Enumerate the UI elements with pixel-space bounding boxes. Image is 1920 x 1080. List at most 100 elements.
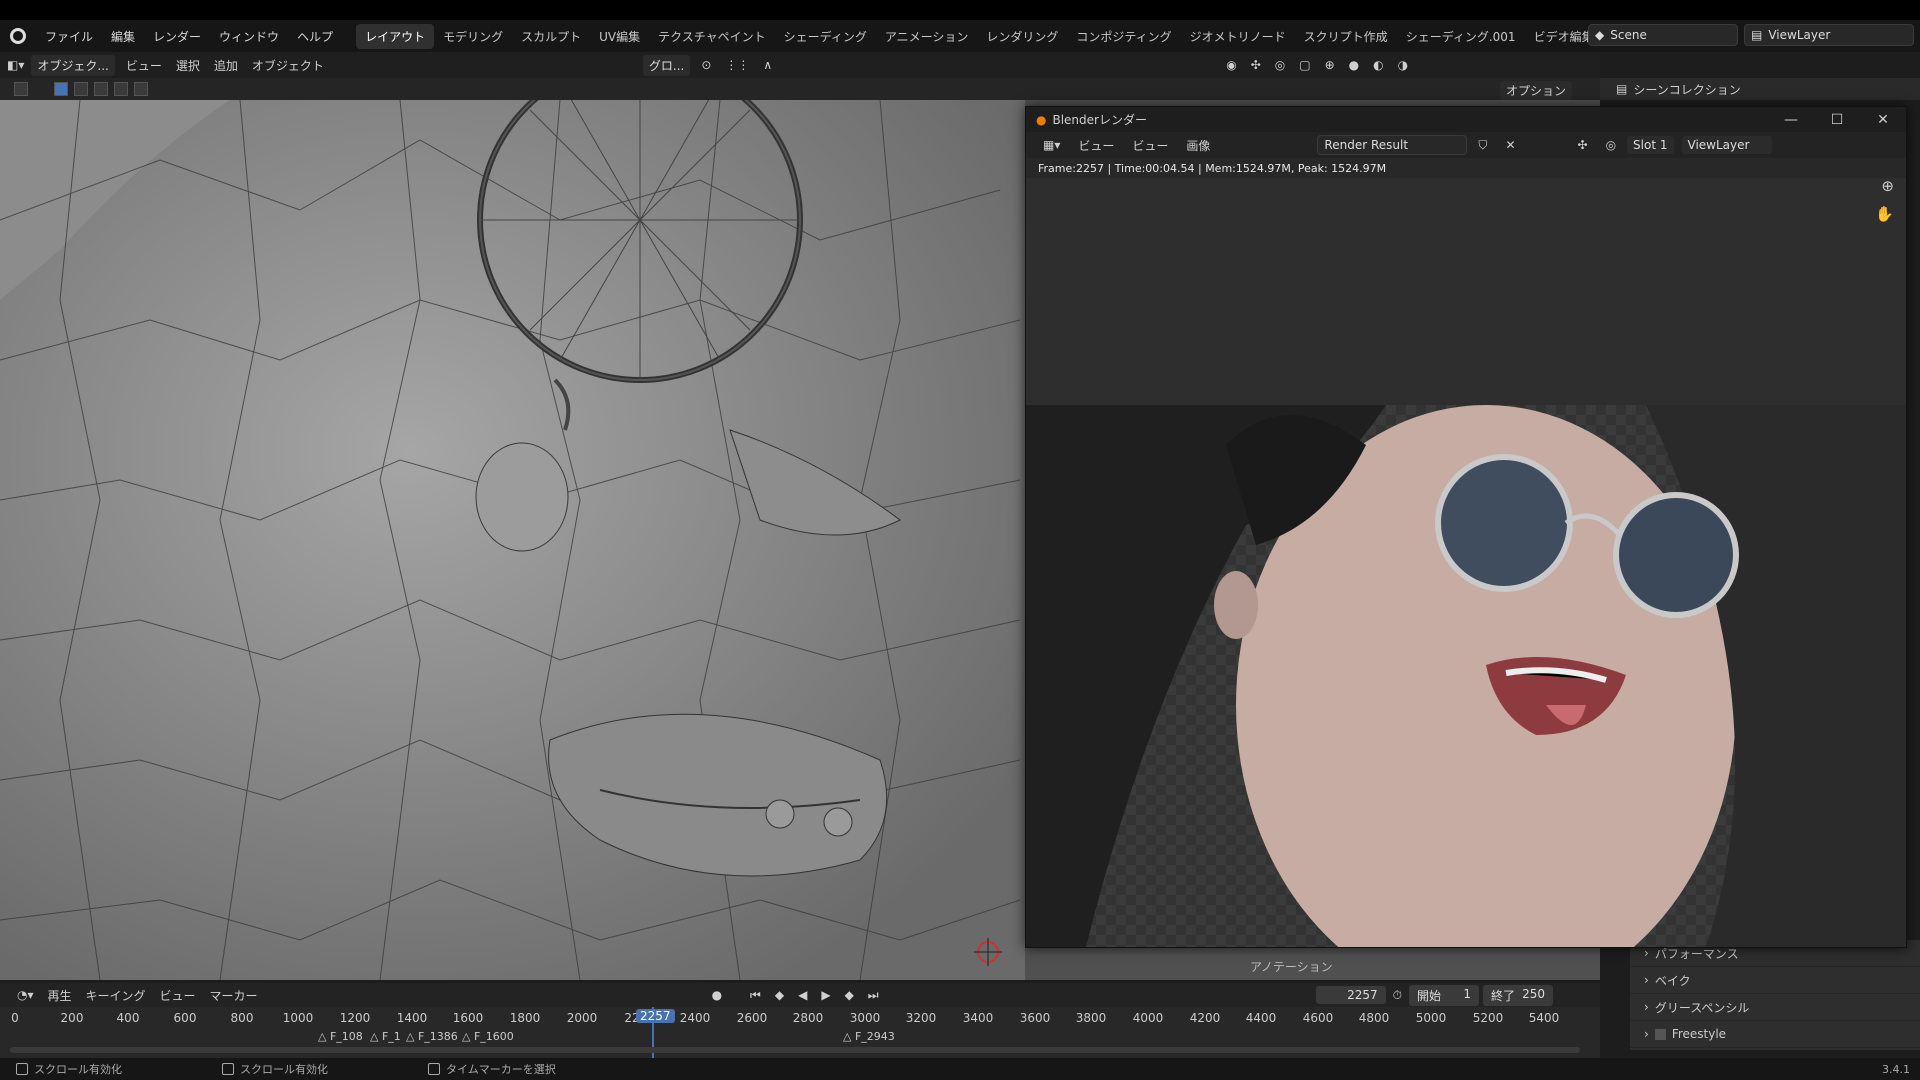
mode-dropdown[interactable]: オブジェク... bbox=[31, 54, 115, 76]
prev-key-icon[interactable]: ◆ bbox=[768, 988, 791, 1002]
tab-uv-editing[interactable]: UV編集 bbox=[590, 24, 649, 49]
timeline-menu-view[interactable]: ビュー bbox=[153, 987, 203, 1004]
shading-render-icon[interactable]: ◑ bbox=[1391, 58, 1415, 72]
select-mode-invert-icon[interactable] bbox=[114, 82, 128, 96]
zoom-icon[interactable]: ⊕ bbox=[1881, 177, 1894, 195]
tab-texture-paint[interactable]: テクスチャペイント bbox=[649, 24, 775, 49]
start-frame-field[interactable]: 開始 1 bbox=[1408, 984, 1479, 1006]
overlay-icon[interactable]: ◎ bbox=[1268, 58, 1292, 72]
maximize-icon[interactable]: ☐ bbox=[1814, 107, 1860, 132]
panel-grease-pencil[interactable]: › グリースペンシル bbox=[1630, 994, 1920, 1021]
timeline-editor-type-icon[interactable]: ◔▾ bbox=[10, 988, 41, 1002]
marker-f1600[interactable]: △ F_1600 bbox=[462, 1030, 514, 1043]
fake-user-icon[interactable]: ⛉ bbox=[1471, 138, 1494, 153]
marker-f1[interactable]: △ F_1 bbox=[370, 1030, 401, 1043]
viewport-header: ◧▾ オブジェク... ビュー 選択 追加 オブジェクト グロ... ⊙ ⋮⋮ … bbox=[0, 52, 1600, 78]
tab-sculpt[interactable]: スカルプト bbox=[512, 24, 590, 49]
timeline-area[interactable]: 0 200 400 600 800 1000 1200 1400 1600 1800 2000 22 2… bbox=[0, 1007, 1600, 1058]
stopwatch-icon[interactable]: ⏱ bbox=[1386, 988, 1409, 1003]
record-icon[interactable]: ● bbox=[705, 988, 729, 1002]
annotation-panel-label[interactable]: アノテーション bbox=[1250, 958, 1333, 975]
menu-render[interactable]: レンダー bbox=[144, 28, 210, 45]
tab-geometry-nodes[interactable]: ジオメトリノード bbox=[1181, 24, 1295, 49]
marker-f108[interactable]: △ F_108 bbox=[318, 1030, 363, 1043]
select-tool-icon[interactable] bbox=[14, 82, 28, 96]
shading-solid-icon[interactable]: ● bbox=[1342, 58, 1366, 72]
status-item-select-marker: タイムマーカーを選択 bbox=[428, 1061, 728, 1077]
select-mode-extend-icon[interactable] bbox=[74, 82, 88, 96]
menu-edit[interactable]: 編集 bbox=[102, 28, 144, 45]
select-mode-subtract-icon[interactable] bbox=[94, 82, 108, 96]
editor-type-icon[interactable]: ◧▾ bbox=[0, 58, 31, 72]
proportional-edit-icon[interactable]: ∧ bbox=[756, 58, 779, 72]
freestyle-checkbox[interactable] bbox=[1654, 1028, 1666, 1040]
xray-icon[interactable]: ▢ bbox=[1292, 58, 1317, 72]
image-editor-type-icon[interactable]: ▦▾ bbox=[1036, 138, 1067, 152]
tab-rendering[interactable]: レンダリング bbox=[977, 24, 1067, 49]
gizmo-icon[interactable]: ✣ bbox=[1244, 58, 1268, 72]
select-mode-intersect-icon[interactable] bbox=[134, 82, 148, 96]
timeline-tick: 4600 bbox=[1302, 1011, 1334, 1025]
overlay-icon[interactable]: ◎ bbox=[1599, 138, 1623, 152]
play-icon[interactable]: ▶ bbox=[814, 988, 837, 1002]
pan-hand-icon[interactable]: ✋ bbox=[1875, 205, 1894, 223]
snap-icon[interactable]: ⋮⋮ bbox=[718, 58, 756, 72]
view-layer-selector[interactable]: ▤ ViewLayer bbox=[1744, 24, 1914, 46]
close-icon[interactable]: ✕ bbox=[1860, 107, 1906, 132]
timeline-menu-keying[interactable]: キーイング bbox=[79, 987, 153, 1004]
transform-orientation-dropdown[interactable]: グロ... bbox=[642, 54, 691, 76]
view-layer-icon: ▤ bbox=[1751, 28, 1763, 42]
tab-scripting[interactable]: スクリプト作成 bbox=[1295, 24, 1397, 49]
version-label: 3.4.1 bbox=[1882, 1062, 1910, 1076]
tab-compositing[interactable]: コンポジティング bbox=[1067, 24, 1180, 49]
timeline-scrollbar[interactable] bbox=[10, 1047, 1580, 1053]
pivot-icon[interactable]: ⊙ bbox=[694, 58, 718, 72]
minimize-icon[interactable]: — bbox=[1768, 107, 1814, 132]
play-reverse-icon[interactable]: ◀ bbox=[791, 988, 814, 1002]
outliner-scene-collection[interactable]: シーンコレクション bbox=[1633, 81, 1740, 98]
render-menu-view-mode[interactable]: ビュー bbox=[1071, 137, 1121, 154]
playhead-frame[interactable]: 2257 bbox=[636, 1009, 675, 1023]
panel-bake[interactable]: › ベイク bbox=[1630, 967, 1920, 994]
tab-modeling[interactable]: モデリング bbox=[434, 24, 512, 49]
close-image-icon[interactable]: ✕ bbox=[1498, 138, 1522, 152]
visibility-icon[interactable]: ◉ bbox=[1219, 58, 1243, 72]
marker-f2943[interactable]: △ F_2943 bbox=[843, 1030, 895, 1043]
collection-icon: ▤ bbox=[1616, 82, 1628, 96]
marker-f1386[interactable]: △ F_1386 bbox=[406, 1030, 458, 1043]
timeline-menu-marker[interactable]: マーカー bbox=[203, 987, 265, 1004]
top-black-bar bbox=[0, 0, 1920, 20]
panel-freestyle[interactable]: › Freestyle bbox=[1630, 1021, 1920, 1048]
menu-help[interactable]: ヘルプ bbox=[288, 28, 342, 45]
render-view-layer-dropdown[interactable]: ViewLayer bbox=[1681, 136, 1772, 154]
jump-end-icon[interactable]: ⏭ bbox=[861, 988, 886, 1003]
render-menu-image[interactable]: 画像 bbox=[1179, 137, 1217, 154]
current-frame-field[interactable]: 2257 bbox=[1315, 986, 1386, 1004]
menu-object[interactable]: オブジェクト bbox=[245, 57, 331, 74]
tab-layout[interactable]: レイアウト bbox=[356, 23, 435, 49]
scene-selector[interactable]: ◆ Scene bbox=[1588, 24, 1738, 46]
jump-start-icon[interactable]: ⏮ bbox=[743, 988, 768, 1003]
shading-material-icon[interactable]: ◐ bbox=[1366, 58, 1390, 72]
render-menu-view[interactable]: ビュー bbox=[1125, 137, 1175, 154]
gizmo-icon[interactable]: ✣ bbox=[1571, 138, 1595, 152]
menu-window[interactable]: ウィンドウ bbox=[210, 28, 288, 45]
menu-file[interactable]: ファイル bbox=[36, 28, 102, 45]
tab-shading-001[interactable]: シェーディング.001 bbox=[1397, 24, 1525, 49]
select-mode-new-icon[interactable] bbox=[54, 82, 68, 96]
image-selector[interactable]: Render Result bbox=[1317, 135, 1468, 155]
options-dropdown[interactable]: オプション bbox=[1500, 81, 1573, 100]
menu-select[interactable]: 選択 bbox=[169, 57, 207, 74]
shading-wire-icon[interactable]: ⊕ bbox=[1318, 58, 1342, 72]
next-key-icon[interactable]: ◆ bbox=[838, 988, 861, 1002]
end-frame-field[interactable]: 終了 250 bbox=[1482, 984, 1553, 1006]
viewport-toolbar: オプション bbox=[0, 78, 1600, 100]
menu-view[interactable]: ビュー bbox=[119, 57, 169, 74]
tab-animation[interactable]: アニメーション bbox=[876, 24, 978, 49]
menu-add[interactable]: 追加 bbox=[207, 57, 245, 74]
tab-shading[interactable]: シェーディング bbox=[775, 24, 876, 49]
slot-dropdown[interactable]: Slot 1 bbox=[1627, 136, 1674, 154]
timeline-tick: 400 bbox=[116, 1011, 140, 1025]
timeline-menu-playback[interactable]: 再生 bbox=[41, 987, 79, 1004]
blender-logo-icon[interactable] bbox=[10, 28, 26, 44]
